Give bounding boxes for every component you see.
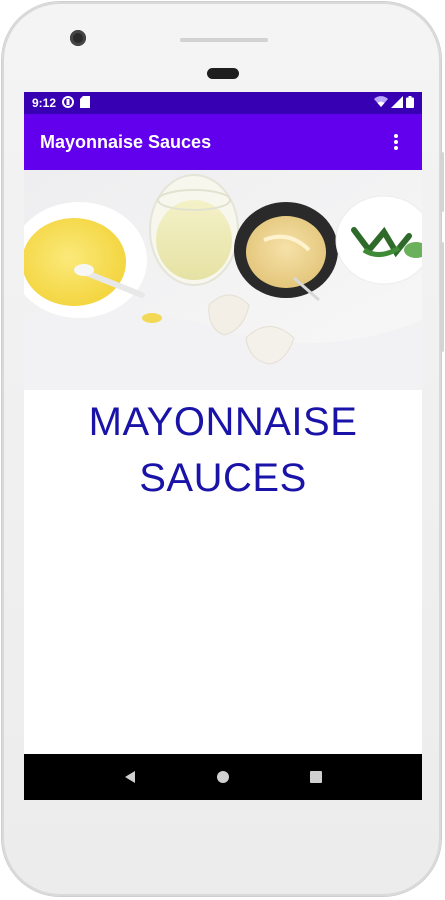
app-bar: Mayonnaise Sauces <box>24 114 422 170</box>
recents-icon[interactable] <box>301 762 331 792</box>
volume-rocker <box>440 242 444 352</box>
battery-icon <box>406 95 414 111</box>
status-time: 9:12 <box>32 96 57 110</box>
home-icon[interactable] <box>208 762 238 792</box>
back-icon[interactable] <box>115 762 145 792</box>
screen: 9:12 Mayonnaise Sauces MAYONNAISE SAUCES <box>24 92 422 800</box>
phone-frame: 9:12 Mayonnaise Sauces MAYONNAISE SAUCES <box>2 2 444 896</box>
system-nav-bar <box>24 754 422 800</box>
earpiece <box>207 68 239 79</box>
status-right <box>374 95 414 111</box>
sd-card-icon <box>80 95 91 111</box>
page-title-line-1: MAYONNAISE <box>88 400 358 444</box>
data-saver-icon <box>62 95 75 111</box>
overflow-menu-icon[interactable] <box>384 128 408 156</box>
wifi-icon <box>374 95 388 111</box>
status-bar: 9:12 <box>24 92 422 114</box>
signal-icon <box>391 95 403 111</box>
app-title: Mayonnaise Sauces <box>40 131 212 152</box>
speaker-grill <box>180 38 268 42</box>
page-title: MAYONNAISE SAUCES <box>24 390 422 506</box>
power-button <box>440 152 444 212</box>
mayonnaise-ingredients-image <box>24 170 422 390</box>
page-title-line-2: SAUCES <box>139 456 307 500</box>
front-camera <box>70 30 86 46</box>
status-left: 9:12 <box>32 95 91 111</box>
